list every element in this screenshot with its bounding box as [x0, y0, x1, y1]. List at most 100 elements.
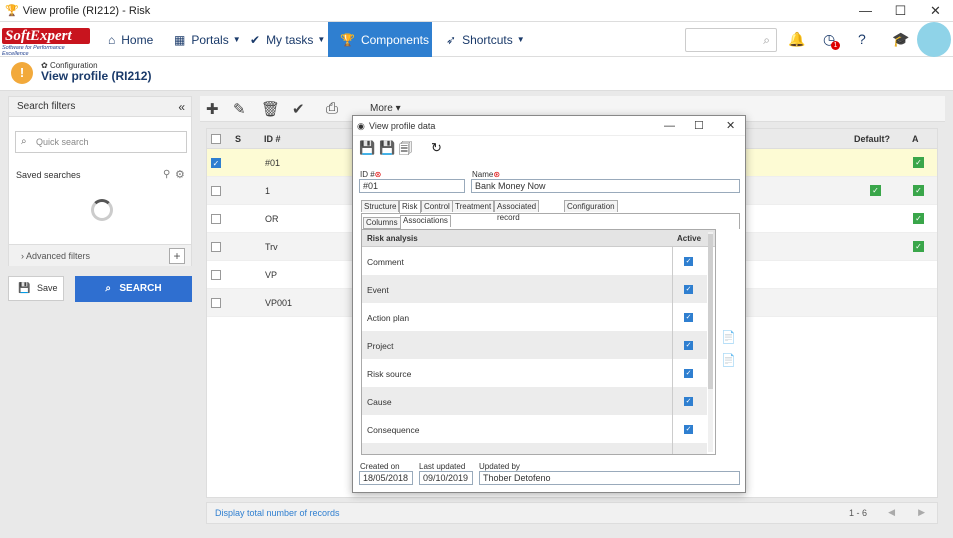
- col-id[interactable]: ID #: [264, 134, 281, 144]
- minimize-button[interactable]: —: [848, 3, 883, 19]
- graduation-cap-icon[interactable]: 🎓: [892, 31, 909, 48]
- advanced-filters-label: Advanced filters: [26, 251, 91, 261]
- save-search-button[interactable]: 💾 Save: [8, 276, 64, 301]
- col-active[interactable]: A: [912, 134, 919, 144]
- tab-structure[interactable]: Structure: [361, 200, 400, 212]
- softexpert-logo[interactable]: SoftExpert Software for Performance Exce…: [2, 28, 90, 57]
- save-icon[interactable]: 💾: [359, 140, 375, 156]
- row-label: Event: [367, 285, 389, 295]
- scrollbar[interactable]: [708, 232, 713, 452]
- more-menu[interactable]: More ▾: [370, 103, 401, 114]
- brush-icon[interactable]: ⚲: [163, 169, 170, 180]
- nav-my-tasks-label: My tasks: [266, 32, 314, 47]
- col-status[interactable]: S: [235, 134, 241, 144]
- gear-icon[interactable]: ⚙: [175, 168, 185, 181]
- row-checkbox[interactable]: [211, 298, 221, 308]
- logo-tagline: Software for Performance Excellence: [2, 45, 65, 57]
- check-icon[interactable]: ✔: [292, 100, 305, 118]
- active-checkbox[interactable]: ✓: [684, 341, 693, 350]
- top-navbar: SoftExpert Software for Performance Exce…: [0, 22, 953, 57]
- prev-page-icon[interactable]: ◀: [888, 507, 895, 518]
- search-label: SEARCH: [119, 283, 162, 294]
- scrollbar-thumb[interactable]: [708, 234, 713, 389]
- delete-icon[interactable]: 🗑: [261, 100, 280, 118]
- bell-icon[interactable]: 🔔: [788, 31, 805, 48]
- nav-portals[interactable]: ▦ Portals ▼: [174, 22, 241, 57]
- associations-table: Risk analysis Active Comment ✓ Event ✓ Act…: [361, 229, 716, 455]
- collapse-icon[interactable]: «: [178, 100, 185, 114]
- active-checkbox[interactable]: ✓: [684, 257, 693, 266]
- row-checkbox[interactable]: [211, 270, 221, 280]
- id-field[interactable]: #01: [359, 179, 465, 193]
- tab-configuration[interactable]: Configuration: [564, 200, 618, 212]
- next-page-icon[interactable]: ▶: [918, 507, 925, 518]
- nav-shortcuts[interactable]: ➶ Shortcuts ▼: [446, 22, 525, 57]
- active-checkbox[interactable]: ✓: [684, 369, 693, 378]
- save-close-icon[interactable]: 💾: [379, 140, 395, 156]
- tab-control[interactable]: Control: [421, 200, 453, 212]
- add-association-icon[interactable]: 📄: [721, 330, 736, 344]
- row-label: Cause: [367, 397, 392, 407]
- add-icon[interactable]: ✚: [206, 100, 219, 118]
- global-search-input[interactable]: ⌕: [685, 28, 777, 52]
- saved-searches-label: Saved searches: [16, 170, 81, 180]
- advanced-filters-toggle[interactable]: › Advanced filters +: [9, 244, 191, 266]
- close-button[interactable]: ✕: [918, 3, 953, 19]
- active-checkbox[interactable]: ✓: [684, 397, 693, 406]
- last-updated-field: 09/10/2019: [419, 471, 473, 485]
- nav-components[interactable]: 🏆 Components ▼: [328, 22, 441, 57]
- chevron-down-icon: ▼: [232, 35, 241, 44]
- save-icon: 💾: [18, 283, 31, 294]
- nav-portals-label: Portals: [191, 32, 229, 47]
- quick-search-input[interactable]: ⌕ Quick search: [15, 131, 187, 153]
- id-label-text: ID #: [360, 170, 375, 179]
- user-avatar[interactable]: [917, 22, 951, 57]
- nav-home[interactable]: ⌂ Home: [108, 22, 153, 57]
- subtab-associations[interactable]: Associations: [400, 215, 451, 227]
- select-all-checkbox[interactable]: [211, 134, 221, 144]
- remove-association-icon[interactable]: 📄: [721, 353, 736, 367]
- check-icon: ✔: [250, 32, 261, 47]
- window-titlebar: 🏆 View profile (RI212) - Risk — ☐ ✕: [0, 0, 953, 22]
- row-checkbox[interactable]: [211, 186, 221, 196]
- nav-my-tasks[interactable]: ✔ My tasks ▼: [250, 22, 325, 57]
- add-filter-button[interactable]: +: [169, 248, 185, 264]
- row-label: Action plan: [367, 313, 410, 323]
- active-checkbox[interactable]: ✓: [684, 285, 693, 294]
- trophy-icon: 🏆: [340, 32, 355, 47]
- row-id: Trv: [265, 242, 278, 252]
- updated-by-label: Updated by: [479, 462, 520, 471]
- row-id: #01: [265, 158, 281, 168]
- maximize-button[interactable]: ☐: [883, 3, 918, 19]
- row-checkbox[interactable]: [211, 242, 221, 252]
- row-checkbox[interactable]: ✓: [211, 158, 221, 168]
- active-checkbox[interactable]: ✓: [684, 425, 693, 434]
- display-total-link[interactable]: Display total number of records: [215, 508, 340, 518]
- refresh-icon[interactable]: ↻: [431, 140, 442, 156]
- tab-risk[interactable]: Risk: [399, 200, 421, 213]
- page-title: View profile (RI212): [41, 69, 152, 83]
- search-button[interactable]: ⌕ SEARCH: [75, 276, 192, 302]
- print-icon[interactable]: ⎙: [326, 100, 338, 117]
- row-label: Consequence: [367, 425, 420, 435]
- help-icon[interactable]: ?: [858, 31, 866, 47]
- dialog-maximize-button[interactable]: ☐: [694, 116, 704, 136]
- tab-associated-record[interactable]: Associated record: [494, 200, 540, 222]
- row-checkbox[interactable]: [211, 214, 221, 224]
- save-new-icon[interactable]: 🗐: [399, 140, 412, 162]
- dialog-minimize-button[interactable]: —: [664, 116, 675, 136]
- tab-treatment[interactable]: Treatment: [452, 200, 495, 212]
- active-check-icon: ✓: [913, 185, 924, 196]
- active-checkbox[interactable]: ✓: [684, 313, 693, 322]
- home-icon: ⌂: [108, 32, 116, 47]
- last-updated-label: Last updated: [419, 462, 466, 471]
- dialog-close-button[interactable]: ✕: [726, 116, 735, 136]
- edit-icon[interactable]: ✎: [233, 100, 246, 118]
- chevron-right-icon: ›: [21, 251, 24, 261]
- filters-header: Search filters «: [9, 97, 191, 117]
- quick-search-placeholder: Quick search: [36, 137, 89, 147]
- name-field[interactable]: Bank Money Now: [471, 179, 740, 193]
- subtab-columns[interactable]: Columns: [363, 217, 401, 229]
- row-id: 1: [265, 186, 271, 196]
- col-default[interactable]: Default?: [854, 134, 890, 144]
